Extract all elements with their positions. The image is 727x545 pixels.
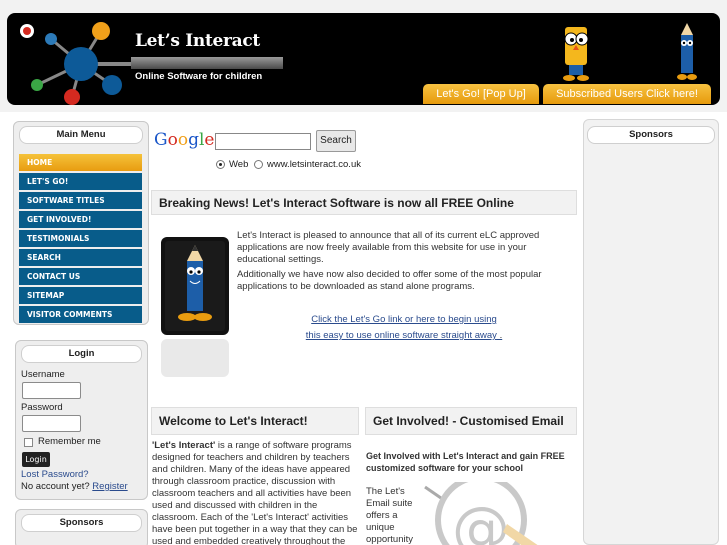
title-underline-bar [131, 57, 283, 69]
get-involved-body: The Let's Email suite offers a unique op… [366, 486, 414, 545]
menu-item-sitemap[interactable]: SITEMAP [19, 287, 142, 304]
main-content: Google™ Search Web www.letsinteract.co.u… [149, 119, 579, 545]
sponsors-left-panel: Sponsors [15, 509, 148, 545]
no-account-text: No account yet? Register [21, 481, 128, 492]
password-input[interactable] [22, 415, 81, 432]
menu-item-home[interactable]: HOME [19, 154, 142, 171]
no-account-label: No account yet? [21, 481, 90, 492]
lets-go-popup-button[interactable]: Let's Go! [Pop Up] [423, 84, 539, 104]
news-paragraph-1: Let's Interact is pleased to announce th… [237, 230, 540, 265]
menu-item-testimonials[interactable]: TESTIMONIALS [19, 230, 142, 247]
username-label: Username [21, 369, 65, 380]
sponsors-left-title: Sponsors [21, 514, 142, 532]
menu-item-software-titles[interactable]: SOFTWARE TITLES [19, 192, 142, 209]
mascot-owl-icon [563, 27, 589, 81]
menu-item-visitor-comments[interactable]: VISITOR COMMENTS [19, 306, 142, 323]
remember-me-label: Remember me [38, 436, 101, 447]
remember-me-checkbox[interactable] [24, 438, 33, 447]
left-sidebar: Main Menu HOME LET'S GO! SOFTWARE TITLES… [13, 119, 149, 545]
password-label: Password [21, 402, 63, 413]
menu-item-contact-us[interactable]: CONTACT US [19, 268, 142, 285]
svg-text:@: @ [452, 494, 510, 545]
lets-go-link[interactable]: Click the Let's Go link or here to begin… [299, 314, 509, 325]
get-involved-heading: Get Involved! - Customised Email [365, 407, 577, 435]
news-heading: Breaking News! Let's Interact Software i… [151, 190, 577, 215]
site-header: Let’s Interact Online Software for child… [0, 0, 727, 112]
online-software-link: this easy to use online software straigh… [299, 330, 509, 341]
news-paragraph-2: Additionally we have now also decided to… [237, 269, 542, 292]
username-input[interactable] [22, 382, 81, 399]
site-subtitle: Online Software for children [135, 71, 263, 82]
lost-password-link[interactable]: Lost Password? [21, 469, 89, 480]
search-site-radio[interactable] [254, 160, 263, 169]
link-suffix: . [496, 330, 503, 341]
search-web-label: Web [229, 159, 249, 170]
welcome-body: is a range of software programs designed… [152, 440, 358, 545]
menu-item-get-involved[interactable]: GET INVOLVED! [19, 211, 142, 228]
main-menu: Main Menu HOME LET'S GO! SOFTWARE TITLES… [13, 121, 149, 325]
login-title: Login [21, 345, 142, 363]
search-web-radio[interactable] [216, 160, 225, 169]
google-search-button[interactable]: Search [316, 130, 356, 152]
online-software-link-text[interactable]: this easy to use online software straigh… [306, 330, 497, 341]
mascot-pencil-icon [677, 23, 697, 80]
search-site-label: www.letsinteract.co.uk [267, 159, 361, 170]
network-logo-icon [20, 22, 132, 105]
tablet-pencil-mascot-image [161, 237, 229, 377]
login-panel: Login Username Password Remember me Logi… [15, 340, 148, 500]
email-at-icon: @ [424, 482, 538, 545]
subscribed-users-button[interactable]: Subscribed Users Click here! [543, 84, 711, 104]
welcome-paragraph: 'Let's Interact' is a range of software … [152, 440, 362, 545]
main-menu-title: Main Menu [19, 126, 143, 144]
google-logo-icon: Google™ [154, 130, 220, 150]
right-sidebar: Sponsors [583, 119, 719, 545]
register-link[interactable]: Register [92, 481, 127, 492]
menu-item-lets-go[interactable]: LET'S GO! [19, 173, 142, 190]
get-involved-lead: Get Involved with Let's Interact and gai… [366, 451, 565, 473]
menu-item-search[interactable]: SEARCH [19, 249, 142, 266]
welcome-bold-lead: 'Let's Interact' [152, 440, 216, 451]
google-search-input[interactable] [215, 133, 311, 150]
sponsors-right-title: Sponsors [587, 126, 715, 144]
welcome-heading: Welcome to Let's Interact! [151, 407, 359, 435]
login-button[interactable]: Login [22, 452, 50, 467]
site-title: Let’s Interact [135, 31, 260, 51]
